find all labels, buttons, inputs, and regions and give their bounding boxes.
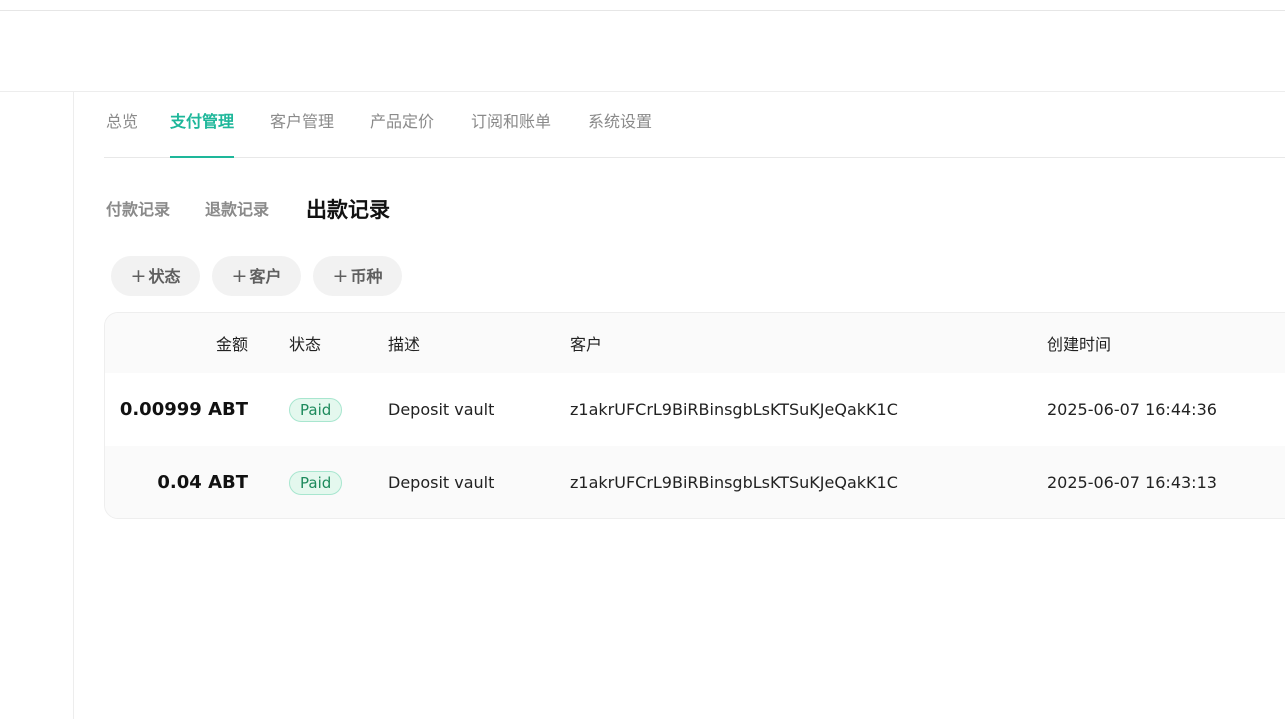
description-cell: Deposit vault [388, 446, 558, 518]
subtab-refund-records[interactable]: 退款记录 [205, 196, 269, 224]
tab-payments[interactable]: 支付管理 [170, 92, 235, 158]
amount-value: 0.04 ABT [157, 472, 248, 493]
plus-icon: + [231, 265, 248, 287]
amount-value: 0.00999 ABT [119, 399, 248, 420]
tab-customers[interactable]: 客户管理 [270, 92, 334, 157]
customer-cell: z1akrUFCrL9BiRBinsgbLsKTSuKJeQakK1C [570, 373, 1030, 446]
subtab-payout-records[interactable]: 出款记录 [306, 196, 390, 224]
plus-icon: + [130, 265, 147, 287]
created-time: 2025-06-07 16:43:13 [1047, 473, 1217, 492]
sidebar [0, 92, 74, 719]
description-text: Deposit vault [388, 400, 495, 419]
payout-table: 金额 状态 描述 客户 创建时间 0.00999 ABT Paid Deposi… [104, 312, 1285, 519]
tab-pricing[interactable]: 产品定价 [370, 92, 434, 157]
status-badge: Paid [289, 470, 343, 495]
column-header-customer[interactable]: 客户 [570, 313, 1030, 373]
tab-subscriptions[interactable]: 订阅和账单 [471, 92, 551, 157]
created-cell: 2025-06-07 16:44:36 [1047, 373, 1285, 446]
filter-currency-button[interactable]: + 币种 [313, 256, 402, 296]
description-text: Deposit vault [388, 473, 495, 492]
created-cell: 2025-06-07 16:43:13 [1047, 446, 1285, 518]
column-header-created[interactable]: 创建时间 [1047, 313, 1285, 373]
status-cell: Paid [289, 373, 379, 446]
filter-customer-label: 客户 [249, 267, 282, 286]
filter-currency-label: 币种 [350, 267, 383, 286]
customer-link[interactable]: z1akrUFCrL9BiRBinsgbLsKTSuKJeQakK1C [570, 473, 898, 492]
column-header-description[interactable]: 描述 [388, 313, 558, 373]
table-row[interactable]: 0.00999 ABT Paid Deposit vault z1akrUFCr… [105, 373, 1285, 446]
table-row[interactable]: 0.04 ABT Paid Deposit vault z1akrUFCrL9B… [105, 446, 1285, 518]
plus-icon: + [332, 265, 349, 287]
customer-cell: z1akrUFCrL9BiRBinsgbLsKTSuKJeQakK1C [570, 446, 1030, 518]
filter-customer-button[interactable]: + 客户 [212, 256, 301, 296]
customer-link[interactable]: z1akrUFCrL9BiRBinsgbLsKTSuKJeQakK1C [570, 400, 898, 419]
tab-overview[interactable]: 总览 [106, 92, 138, 157]
created-time: 2025-06-07 16:44:36 [1047, 400, 1217, 419]
amount-cell: 0.00999 ABT [105, 373, 248, 446]
status-cell: Paid [289, 446, 379, 518]
amount-cell: 0.04 ABT [105, 446, 248, 518]
status-badge: Paid [289, 397, 343, 422]
tab-settings[interactable]: 系统设置 [588, 92, 652, 157]
filter-status-button[interactable]: + 状态 [111, 256, 200, 296]
top-divider [0, 10, 1285, 11]
table-header: 金额 状态 描述 客户 创建时间 [105, 313, 1285, 373]
column-header-amount[interactable]: 金额 [105, 313, 248, 373]
column-header-status[interactable]: 状态 [289, 313, 379, 373]
filter-status-label: 状态 [148, 267, 181, 286]
main-nav: 总览 支付管理 客户管理 产品定价 订阅和账单 系统设置 [104, 92, 1285, 158]
description-cell: Deposit vault [388, 373, 558, 446]
subtab-payment-records[interactable]: 付款记录 [106, 196, 170, 224]
